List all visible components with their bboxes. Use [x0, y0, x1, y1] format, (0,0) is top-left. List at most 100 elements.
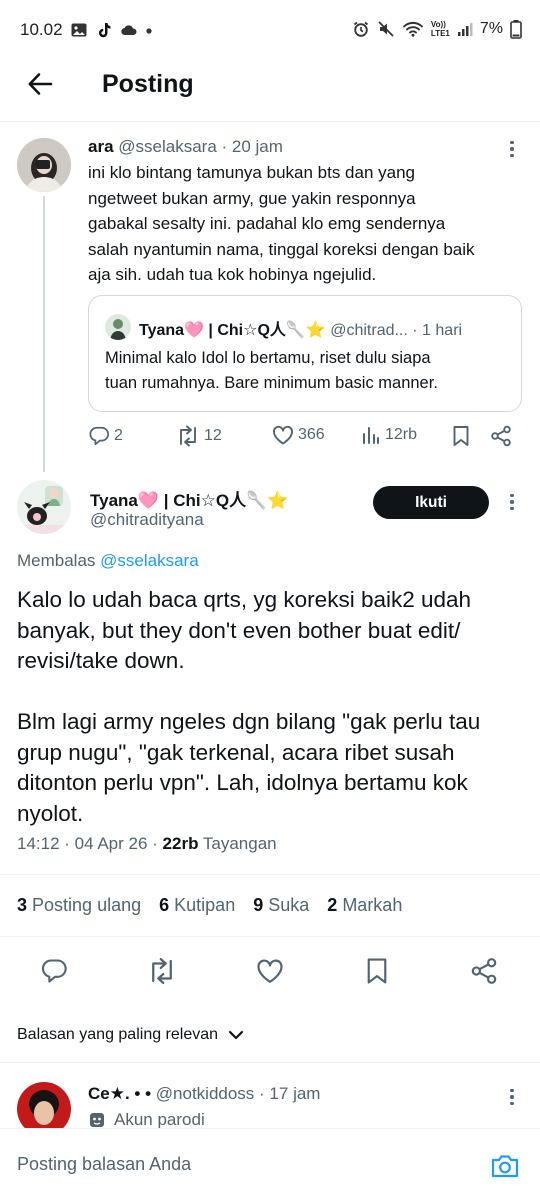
camera-icon	[491, 1155, 519, 1178]
author-name[interactable]: ara	[88, 137, 114, 156]
tweet-time: · 17 jam	[259, 1084, 321, 1103]
views-chart-icon	[363, 427, 379, 444]
reply-icon	[89, 426, 110, 446]
reply-button[interactable]	[37, 954, 71, 988]
battery-icon	[510, 20, 522, 39]
share-button[interactable]	[490, 425, 512, 447]
reposts-stat[interactable]: 3 Posting ulang	[17, 895, 141, 916]
page-title: Posting	[102, 70, 194, 98]
replying-to-handle[interactable]: @sselaksara	[100, 551, 199, 570]
parody-label: Akun parodi	[114, 1110, 205, 1129]
author-handle[interactable]: @sselaksara	[118, 137, 217, 156]
reply-composer: Posting balasan Anda	[0, 1128, 540, 1199]
back-button[interactable]	[24, 68, 56, 100]
views-label: Tayangan	[198, 834, 277, 853]
quoted-tweet-time: · 1 hari	[412, 322, 463, 339]
repost-count: 12	[204, 427, 222, 444]
share-icon	[471, 958, 497, 984]
arrow-left-icon	[28, 73, 53, 95]
parody-badge: Akun parodi	[88, 1110, 205, 1130]
views-count: 12rb	[385, 426, 418, 443]
status-time: 10.02	[20, 20, 63, 39]
tiktok-icon	[98, 23, 111, 38]
chevron-down-icon	[228, 1030, 244, 1040]
camera-button[interactable]	[490, 1151, 520, 1181]
cloud-icon	[121, 25, 137, 36]
network-type-label: Vo)) LTE1	[430, 20, 450, 38]
reply-icon	[41, 959, 67, 983]
reply-header: Ce★. • • @notkiddoss · 17 jam	[88, 1084, 320, 1104]
repost-button[interactable]: 12	[176, 425, 222, 447]
views-count: 22rb	[162, 834, 199, 853]
bookmarks-stat[interactable]: 2 Markah	[327, 895, 402, 916]
more-options-button[interactable]	[502, 490, 522, 514]
follow-button[interactable]: Ikuti	[373, 486, 489, 519]
status-right-icons: Vo)) LTE1 7%	[352, 19, 522, 39]
heart-icon	[257, 959, 283, 983]
quoted-tweet[interactable]: Tyana🩷 | Chi☆Q人🥄⭐ @chitrad... · 1 hari M…	[88, 295, 522, 412]
repost-button[interactable]	[145, 954, 179, 988]
parody-mask-icon	[90, 1113, 104, 1127]
engagement-stats: 3 Posting ulang 6 Kutipan 9 Suka 2 Marka…	[17, 895, 402, 916]
reply-count: 2	[114, 427, 123, 444]
bookmark-icon	[367, 958, 387, 984]
bookmark-button[interactable]	[360, 954, 394, 988]
quoted-author-name: Tyana🩷 | Chi☆Q人🥄⭐	[139, 322, 326, 339]
more-options-button[interactable]	[502, 137, 522, 161]
alarm-icon	[353, 21, 368, 37]
avatar[interactable]	[17, 138, 71, 192]
quoted-avatar	[105, 314, 131, 340]
like-button[interactable]	[253, 954, 287, 988]
tweet-text: ini klo bintang tamunya bukan bts dan ya…	[88, 163, 475, 284]
signal-icon	[457, 23, 473, 36]
reply-button[interactable]: 2	[88, 425, 123, 447]
tweet-timestamp: 14:12 · 04 Apr 26 ·	[17, 834, 163, 853]
author-name-row: Tyana🩷 | Chi☆Q人🥄⭐	[90, 486, 288, 511]
mute-icon	[378, 21, 394, 37]
tweet-header: ara @sselaksara · 20 jam	[88, 137, 283, 157]
tweet-actions-large	[0, 954, 540, 988]
divider	[0, 936, 540, 937]
avatar[interactable]	[17, 480, 71, 534]
quoted-text: Minimal kalo Idol lo bertamu, riset dulu…	[105, 349, 438, 392]
avatar-image	[17, 480, 71, 534]
bookmark-button[interactable]	[452, 425, 470, 447]
divider	[0, 1062, 540, 1063]
quoted-header: Tyana🩷 | Chi☆Q人🥄⭐ @chitrad... · 1 hari	[139, 316, 462, 340]
sort-label: Balasan yang paling relevan	[17, 1026, 219, 1043]
share-button[interactable]	[467, 954, 501, 988]
more-options-button[interactable]	[502, 1085, 522, 1109]
thread-connector-line	[43, 196, 45, 472]
author-handle[interactable]: @chitradityana	[90, 510, 204, 529]
likes-stat[interactable]: 9 Suka	[253, 895, 309, 916]
author-name[interactable]: Tyana🩷 | Chi☆Q人🥄⭐	[90, 491, 288, 510]
repost-icon	[180, 425, 196, 447]
avatar-image	[17, 138, 71, 192]
sort-replies-dropdown[interactable]: Balasan yang paling relevan	[17, 1026, 244, 1044]
like-button[interactable]: 366	[272, 425, 325, 445]
author-handle[interactable]: @notkiddoss	[156, 1084, 255, 1103]
quotes-stat[interactable]: 6 Kutipan	[159, 895, 235, 916]
repost-icon	[152, 958, 172, 984]
wifi-icon	[402, 22, 423, 37]
status-left-icons	[70, 21, 153, 39]
quoted-avatar-image	[105, 314, 131, 340]
gallery-icon	[71, 23, 87, 37]
replying-to: Membalas @sselaksara	[17, 551, 199, 571]
reply-input[interactable]: Posting balasan Anda	[17, 1154, 191, 1175]
divider	[0, 874, 540, 875]
author-handle-row: @chitradityana	[90, 510, 204, 530]
like-count: 366	[298, 426, 325, 443]
status-bar: 10.02 Vo)) LTE1 7%	[0, 0, 540, 60]
heart-icon	[273, 425, 293, 445]
views-button[interactable]: 12rb	[361, 425, 417, 445]
replying-to-prefix: Membalas	[17, 551, 96, 570]
tweet-text: Kalo lo udah baca qrts, yg koreksi baik2…	[17, 587, 481, 826]
top-app-bar: Posting	[0, 60, 540, 122]
author-name[interactable]: Ce★. • •	[88, 1084, 151, 1103]
bookmark-icon	[453, 426, 469, 446]
share-icon	[491, 425, 511, 447]
tweet-time: · 20 jam	[221, 137, 283, 156]
tweet-meta: 14:12 · 04 Apr 26 · 22rb Tayangan	[17, 834, 277, 854]
quoted-author-handle: @chitrad...	[330, 322, 408, 339]
